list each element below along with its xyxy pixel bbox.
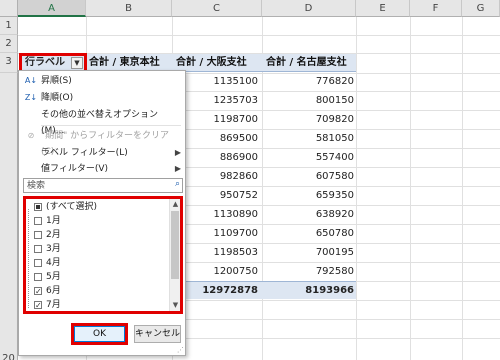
osaka-value[interactable]: 1198700	[188, 111, 258, 129]
chevron-right-icon: ▶	[174, 148, 181, 157]
menu-separator	[41, 125, 181, 126]
filter-dropdown-button[interactable]: ▼	[71, 57, 83, 69]
cancel-button[interactable]: キャンセル	[134, 325, 181, 343]
row-header-1[interactable]: 1	[0, 17, 18, 35]
pivot-header-tokyo-text: 合計 / 東京本社	[89, 57, 160, 68]
list-item-label: 7月	[46, 300, 61, 310]
row-header-3[interactable]: 3	[0, 53, 18, 73]
nagoya-value[interactable]: 638920	[284, 206, 354, 224]
value-filter-item[interactable]: 値フィルター(V) ▶	[23, 161, 181, 177]
col-header-c[interactable]: C	[172, 0, 262, 17]
grid-line	[410, 17, 411, 360]
checkbox-checked[interactable]: ✓	[34, 287, 42, 296]
scroll-thumb[interactable]	[171, 211, 179, 279]
nagoya-value[interactable]: 700195	[284, 244, 354, 262]
scroll-down-icon[interactable]: ▼	[170, 300, 180, 311]
pivot-header-osaka-text: 合計 / 大阪支社	[176, 57, 247, 68]
sort-ascending-item[interactable]: A↓ 昇順(S)	[23, 73, 181, 89]
nagoya-value[interactable]: 776820	[284, 73, 354, 91]
list-item-label: (すべて選択)	[46, 202, 98, 212]
checkbox[interactable]	[34, 231, 42, 239]
grid-line	[18, 35, 500, 36]
col-header-f[interactable]: F	[410, 0, 462, 17]
nagoya-value[interactable]: 709820	[284, 111, 354, 129]
label-filter-label: ラベル フィルター(L)	[41, 148, 128, 158]
list-item-label: 8月	[46, 313, 61, 314]
osaka-value[interactable]: 1135100	[188, 73, 258, 91]
osaka-value[interactable]: 1235703	[188, 92, 258, 110]
scroll-up-icon[interactable]: ▲	[170, 199, 180, 210]
list-item-label: 2月	[46, 230, 61, 240]
search-icon: ⌕	[174, 179, 180, 189]
row-label-text: 行ラベル	[25, 57, 65, 68]
osaka-value[interactable]: 950752	[188, 187, 258, 205]
tree-line	[28, 209, 29, 309]
chevron-right-icon: ▶	[174, 164, 181, 173]
sort-ascending-label: 昇順(S)	[41, 76, 72, 86]
clear-filter-icon: ⊘	[27, 131, 35, 140]
checkbox[interactable]	[34, 245, 42, 253]
nagoya-value[interactable]: 557400	[284, 149, 354, 167]
nagoya-value[interactable]: 659350	[284, 187, 354, 205]
grid-line	[356, 17, 357, 360]
checkbox[interactable]	[34, 259, 42, 267]
checkbox[interactable]	[34, 273, 42, 281]
sort-descending-item[interactable]: Z↓ 降順(O)	[23, 90, 181, 106]
osaka-value[interactable]: 886900	[188, 149, 258, 167]
osaka-value[interactable]: 982860	[188, 168, 258, 186]
select-all-corner[interactable]	[0, 0, 18, 17]
col-header-e[interactable]: E	[356, 0, 410, 17]
more-sort-options-item[interactable]: その他の並べ替えオプション(M)...	[23, 107, 181, 136]
checkbox-checked[interactable]: ✓	[34, 301, 42, 310]
ok-button-highlight: OK	[71, 323, 128, 345]
list-item-label: 3月	[46, 244, 61, 254]
osaka-value[interactable]: 1130890	[188, 206, 258, 224]
checkbox-partial[interactable]	[34, 203, 42, 211]
ok-button[interactable]: OK	[74, 326, 125, 342]
nagoya-value[interactable]: 607580	[284, 168, 354, 186]
list-item-label: 1月	[46, 216, 61, 226]
sort-az-icon: A↓	[24, 76, 38, 85]
nagoya-value[interactable]: 650780	[284, 225, 354, 243]
checkbox[interactable]	[34, 217, 42, 225]
sort-za-icon: Z↓	[24, 93, 38, 102]
col-header-a[interactable]: A	[18, 0, 86, 17]
filter-dropdown-menu: A↓ 昇順(S) Z↓ 降順(O) その他の並べ替えオプション(M)... ⊘ …	[18, 70, 186, 356]
total-nagoya[interactable]: 8193966	[284, 282, 354, 300]
col-header-g[interactable]: G	[462, 0, 500, 17]
pivot-header-nagoya[interactable]: 合計 / 名古屋支社	[262, 54, 356, 72]
row-header-2[interactable]: 2	[0, 35, 18, 53]
osaka-value[interactable]: 1200750	[188, 263, 258, 281]
osaka-value[interactable]: 1198503	[188, 244, 258, 262]
list-scrollbar[interactable]: ▲ ▼	[169, 199, 180, 311]
label-filter-item[interactable]: ラベル フィルター(L) ▶	[23, 145, 181, 161]
pivot-header-nagoya-text: 合計 / 名古屋支社	[266, 57, 347, 68]
search-box[interactable]: ⌕	[23, 178, 183, 193]
search-input[interactable]	[24, 179, 164, 192]
osaka-value[interactable]: 1109700	[188, 225, 258, 243]
chevron-down-icon: ▼	[74, 59, 80, 67]
grid-line	[462, 17, 463, 360]
nagoya-value[interactable]: 792580	[284, 263, 354, 281]
value-filter-label: 値フィルター(V)	[41, 164, 108, 174]
row-header-blank	[0, 73, 18, 353]
list-item-label: 4月	[46, 258, 61, 268]
col-header-b[interactable]: B	[86, 0, 172, 17]
total-osaka[interactable]: 12972878	[188, 282, 258, 300]
list-item-label: 6月	[46, 286, 61, 296]
sort-descending-label: 降順(O)	[41, 93, 74, 103]
col-header-d[interactable]: D	[262, 0, 356, 17]
osaka-value[interactable]: 869500	[188, 130, 258, 148]
filter-item-list[interactable]: (すべて選択) 1月 2月 3月 4月 5月 ✓ 6月 ✓ 7月 ▲ ▼	[23, 196, 183, 314]
nagoya-value[interactable]: 800150	[284, 92, 354, 110]
resize-grip-icon[interactable]: ⋰	[177, 346, 184, 354]
nagoya-value[interactable]: 581050	[284, 130, 354, 148]
clear-filter-item: ⊘ "期間" からフィルターをクリア(C)	[23, 128, 181, 157]
list-item-label: 5月	[46, 272, 61, 282]
row-header-20[interactable]: 20	[0, 350, 18, 360]
